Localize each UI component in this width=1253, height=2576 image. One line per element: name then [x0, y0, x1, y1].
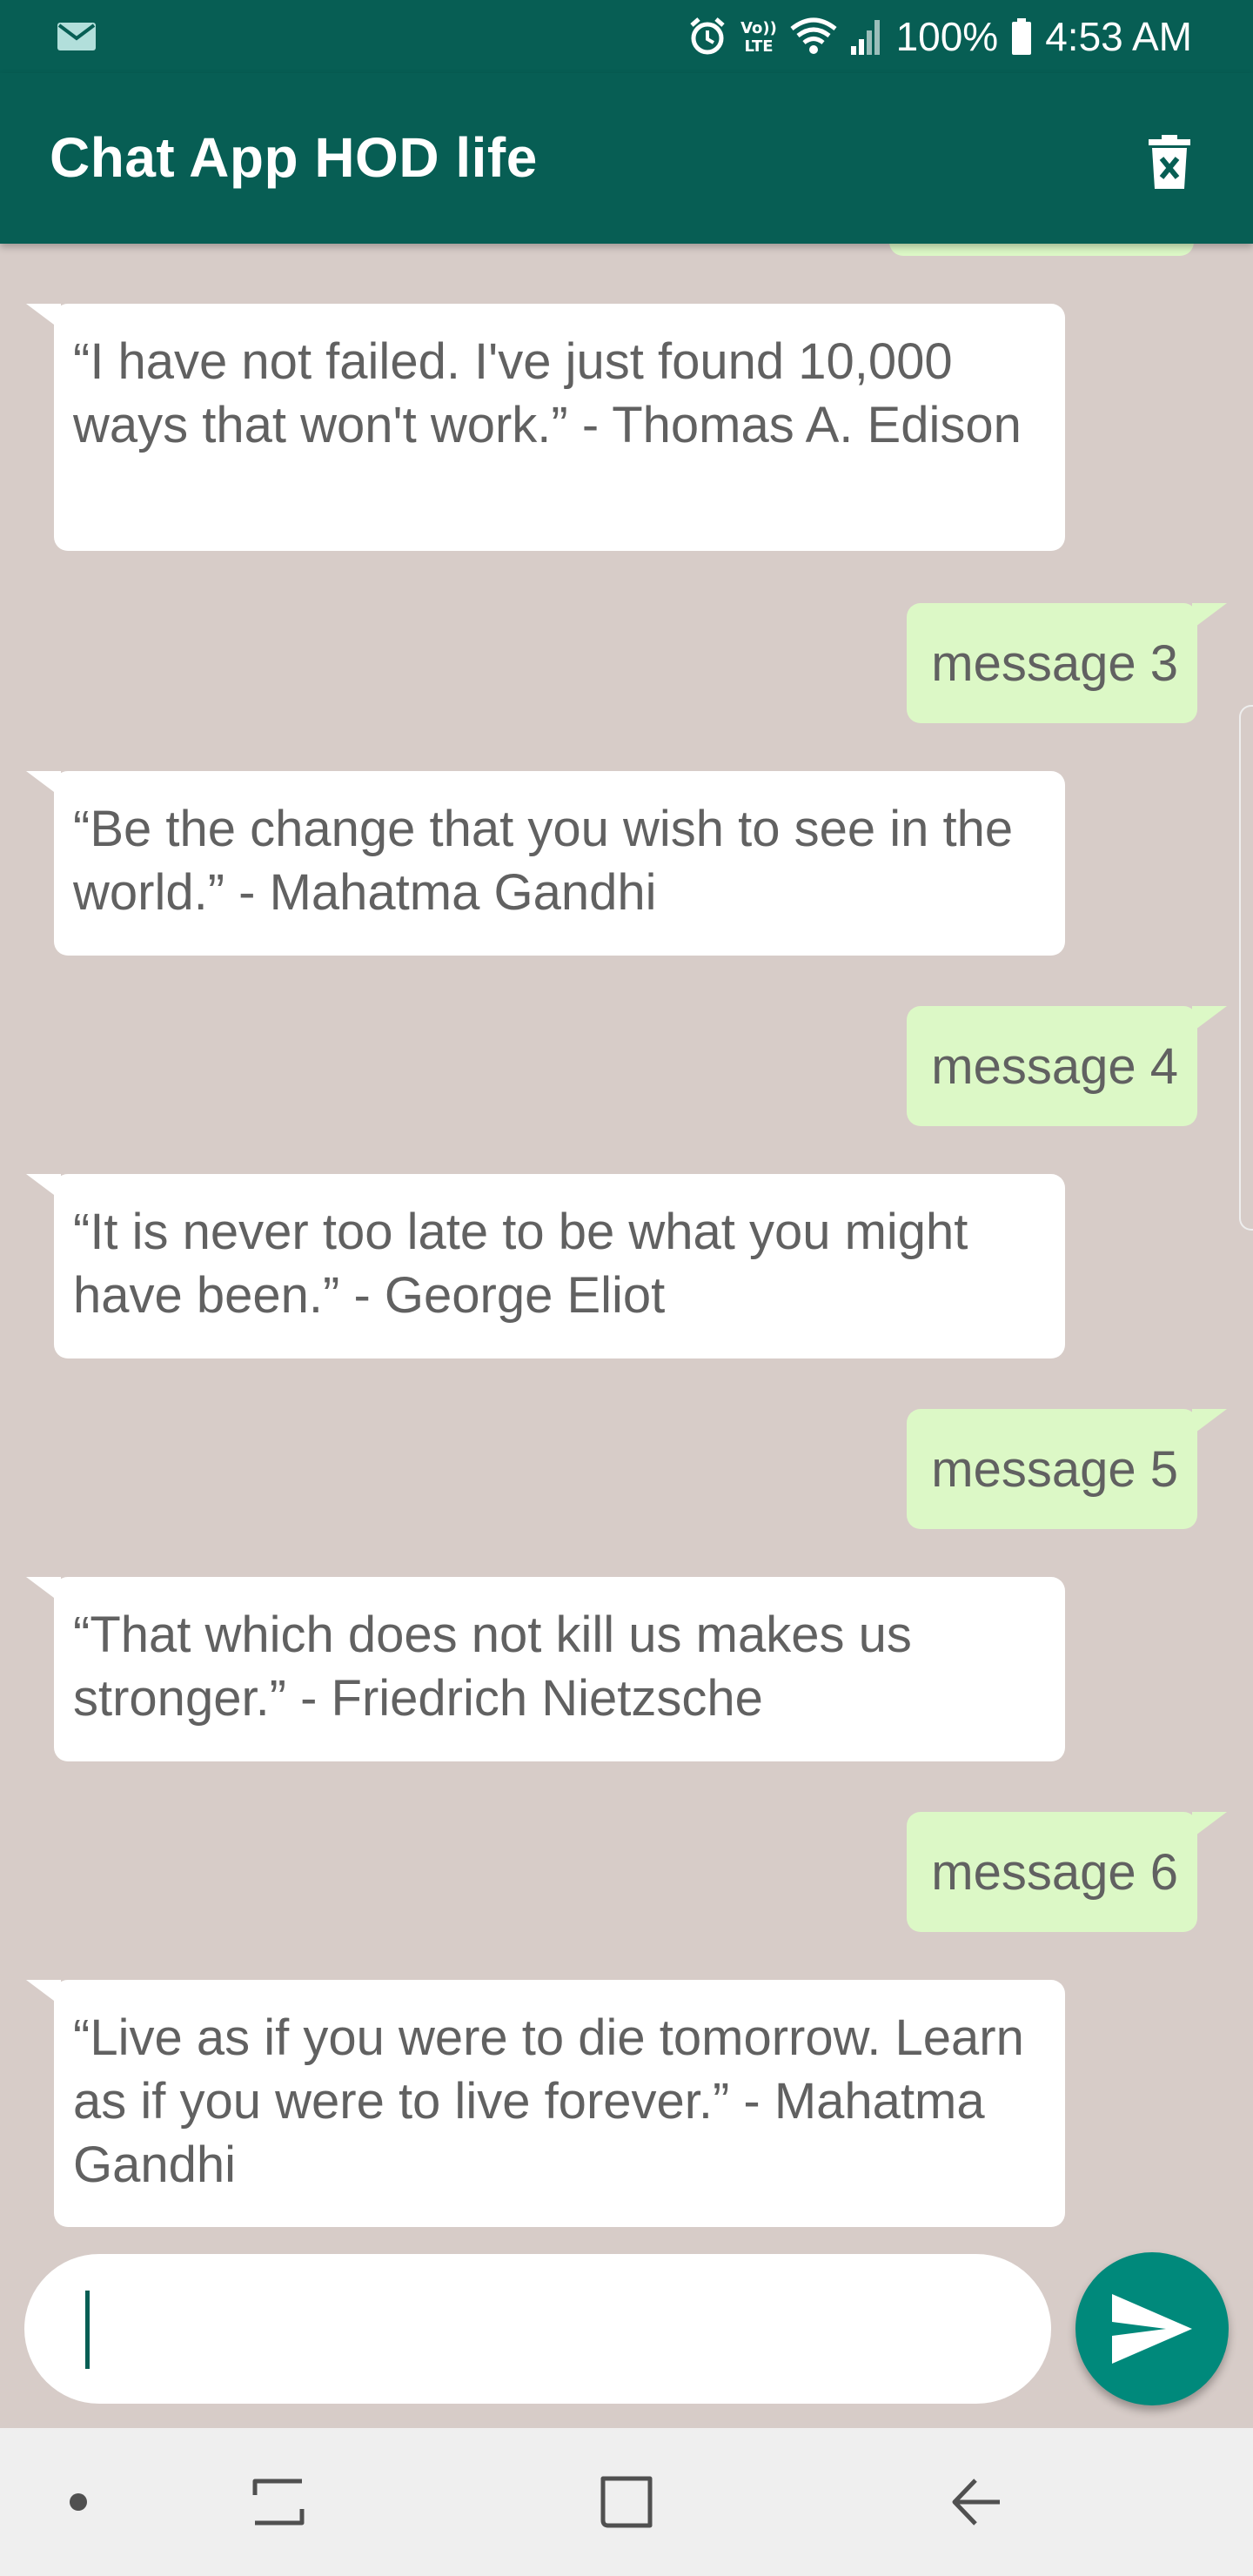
message-bubble-incoming: “That which does not kill us makes us st…	[54, 1577, 1065, 1761]
message-bubble-partial	[889, 244, 1194, 256]
back-button[interactable]	[933, 2428, 1020, 2576]
message-input-box[interactable]	[24, 2254, 1051, 2404]
message-text: message 3	[931, 634, 1178, 692]
bubble-tail	[1192, 1409, 1227, 1435]
home-button[interactable]	[583, 2428, 670, 2576]
clear-chat-button[interactable]	[1128, 121, 1211, 205]
send-icon	[1112, 2294, 1192, 2364]
message-text: “That which does not kill us makes us st…	[73, 1607, 912, 1727]
navigation-bar	[0, 2428, 1253, 2576]
scrollbar-thumb[interactable]	[1239, 705, 1253, 1231]
message-bubble-incoming: “I have not failed. I've just found 10,0…	[54, 304, 1065, 551]
signal-icon	[850, 20, 880, 55]
status-time: 4:53 AM	[1045, 14, 1192, 59]
battery-icon	[1012, 18, 1032, 55]
message-bubble-outgoing: message 5	[907, 1409, 1197, 1529]
recents-button[interactable]	[235, 2428, 322, 2576]
volte-icon: Vo)) LTE	[740, 19, 777, 56]
app-bar: Chat App HOD life	[0, 73, 1253, 244]
bubble-tail	[1192, 1812, 1227, 1838]
nav-dot-button[interactable]	[52, 2428, 104, 2576]
dot-icon	[70, 2493, 87, 2511]
message-text: message 5	[931, 1440, 1178, 1498]
wifi-icon	[790, 17, 837, 54]
message-bubble-outgoing: message 6	[907, 1812, 1197, 1932]
bubble-tail	[1192, 603, 1227, 629]
bubble-tail	[1192, 1006, 1227, 1032]
message-text: “I have not failed. I've just found 10,0…	[73, 333, 1022, 453]
message-text: “It is never too late to be what you mig…	[73, 1204, 968, 1324]
message-bubble-incoming: “Be the change that you wish to see in t…	[54, 771, 1065, 956]
alarm-icon	[689, 17, 725, 55]
mail-icon	[57, 23, 96, 50]
message-bubble-incoming: “It is never too late to be what you mig…	[54, 1174, 1065, 1358]
recents-icon	[252, 2479, 305, 2526]
svg-text:LTE: LTE	[744, 37, 773, 56]
message-bubble-incoming: “Live as if you were to die tomorrow. Le…	[54, 1980, 1065, 2227]
message-input[interactable]	[87, 2280, 1013, 2379]
send-button[interactable]	[1075, 2252, 1229, 2405]
status-bar: Vo)) LTE 100% 4:53 AM	[0, 0, 1253, 73]
delete-sweep-icon	[1149, 135, 1190, 189]
message-text: message 6	[931, 1843, 1178, 1901]
battery-percent: 100%	[895, 14, 999, 59]
message-text: “Be the change that you wish to see in t…	[73, 801, 1014, 921]
message-bubble-outgoing: message 3	[907, 603, 1197, 723]
chat-screen: Vo)) LTE 100% 4:53 AM Chat App HOD life …	[0, 0, 1253, 2576]
message-text: message 4	[931, 1037, 1178, 1095]
message-text: “Live as if you were to die tomorrow. Le…	[73, 2009, 1024, 2193]
back-icon	[952, 2479, 1000, 2526]
message-bubble-outgoing: message 4	[907, 1006, 1197, 1126]
message-list[interactable]: “I have not failed. I've just found 10,0…	[0, 244, 1253, 2245]
app-title: Chat App HOD life	[50, 126, 538, 189]
svg-text:Vo)): Vo))	[740, 19, 777, 37]
home-icon	[600, 2476, 653, 2528]
